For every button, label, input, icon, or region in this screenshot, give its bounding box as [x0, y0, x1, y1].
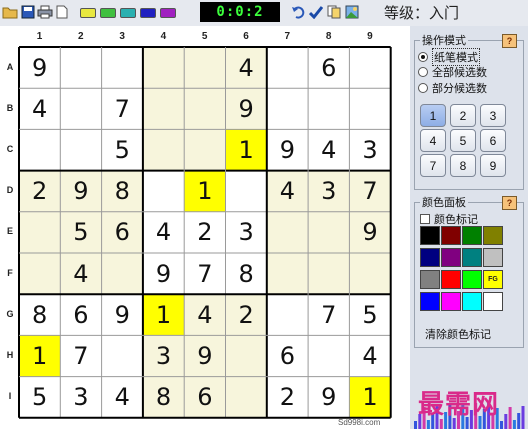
logo-bar	[500, 421, 503, 429]
color-mark-checkbox[interactable]: 颜色标记	[420, 211, 478, 227]
number-button[interactable]: 9	[480, 154, 506, 177]
color-panel-help-button[interactable]: ?	[502, 196, 517, 210]
number-button[interactable]: 5	[450, 129, 476, 152]
sudoku-board: 123456789ABCDEFGHI9464795194329814375642…	[0, 26, 410, 429]
color-mark-label: 颜色标记	[434, 214, 478, 226]
color-swatch[interactable]: FG	[483, 270, 503, 289]
checkbox-box[interactable]	[420, 214, 430, 224]
grid-lines	[18, 46, 392, 419]
color-swatch[interactable]	[483, 292, 503, 311]
radio-dot[interactable]	[418, 83, 428, 93]
operation-mode-help-button[interactable]: ?	[502, 34, 517, 48]
color-swatch[interactable]	[441, 226, 461, 245]
right-panel: 操作模式 ? 颜色面板 ? 颜色标记 清除颜色标记 纸笔模式 全部候选数 部分候选数…	[410, 26, 528, 429]
logo-bar	[414, 421, 417, 429]
logo-bar	[517, 413, 521, 429]
board-watermark: Sd998i.com	[338, 418, 381, 427]
site-logo-text: 最需网	[418, 390, 500, 420]
color-swatch-green[interactable]	[100, 8, 116, 18]
print-icon[interactable]	[37, 4, 53, 20]
logo-bar	[426, 420, 430, 429]
clear-color-marks-button[interactable]: 清除颜色标记	[425, 326, 491, 342]
logo-bar	[521, 406, 525, 429]
logo-bar	[508, 407, 512, 429]
color-swatch[interactable]	[483, 226, 503, 245]
color-swatch[interactable]	[462, 270, 482, 289]
radio-dot[interactable]	[418, 67, 428, 77]
copy-icon[interactable]	[326, 4, 342, 20]
mode-option-label: 全部候选数	[432, 67, 487, 79]
color-swatch[interactable]	[441, 248, 461, 267]
color-swatch[interactable]	[420, 248, 440, 267]
number-button[interactable]: 3	[480, 104, 506, 127]
number-button[interactable]: 4	[420, 129, 446, 152]
logo-bar	[512, 420, 516, 429]
number-button[interactable]: 2	[450, 104, 476, 127]
color-panel-title: 颜色面板	[420, 194, 468, 210]
number-button[interactable]: 8	[450, 154, 476, 177]
color-swatch[interactable]	[420, 226, 440, 245]
color-swatch[interactable]	[483, 248, 503, 267]
number-button[interactable]: 7	[420, 154, 446, 177]
color-swatch[interactable]	[441, 270, 461, 289]
new-page-icon[interactable]	[54, 4, 70, 20]
mode-option-radio[interactable]: 全部候选数	[418, 64, 487, 80]
color-swatch-blue[interactable]	[140, 8, 156, 18]
mode-option-radio[interactable]: 部分候选数	[418, 80, 487, 96]
mode-option-label: 部分候选数	[432, 83, 487, 95]
image-icon[interactable]	[344, 4, 360, 20]
operation-mode-title: 操作模式	[420, 32, 468, 48]
undo-icon[interactable]	[290, 4, 306, 20]
save-icon[interactable]	[20, 4, 36, 20]
logo-bar	[504, 414, 508, 429]
color-swatch[interactable]	[462, 248, 482, 267]
color-swatch[interactable]	[420, 292, 440, 311]
difficulty-level: 等级：入门	[384, 4, 460, 22]
color-swatch[interactable]	[441, 292, 461, 311]
radio-dot[interactable]	[418, 52, 428, 62]
color-swatch[interactable]	[420, 270, 440, 289]
number-button[interactable]: 1	[420, 104, 446, 127]
number-button[interactable]: 6	[480, 129, 506, 152]
color-swatch-yellow[interactable]	[80, 8, 96, 18]
color-swatch-purple[interactable]	[160, 8, 176, 18]
color-swatch[interactable]	[462, 226, 482, 245]
open-folder-icon[interactable]	[2, 4, 18, 20]
color-swatch[interactable]	[462, 292, 482, 311]
toolbar: 0:0:2 等级：入门	[0, 0, 528, 27]
check-icon[interactable]	[308, 4, 324, 20]
color-swatch-cyan[interactable]	[120, 8, 136, 18]
timer-display: 0:0:2	[200, 2, 280, 22]
